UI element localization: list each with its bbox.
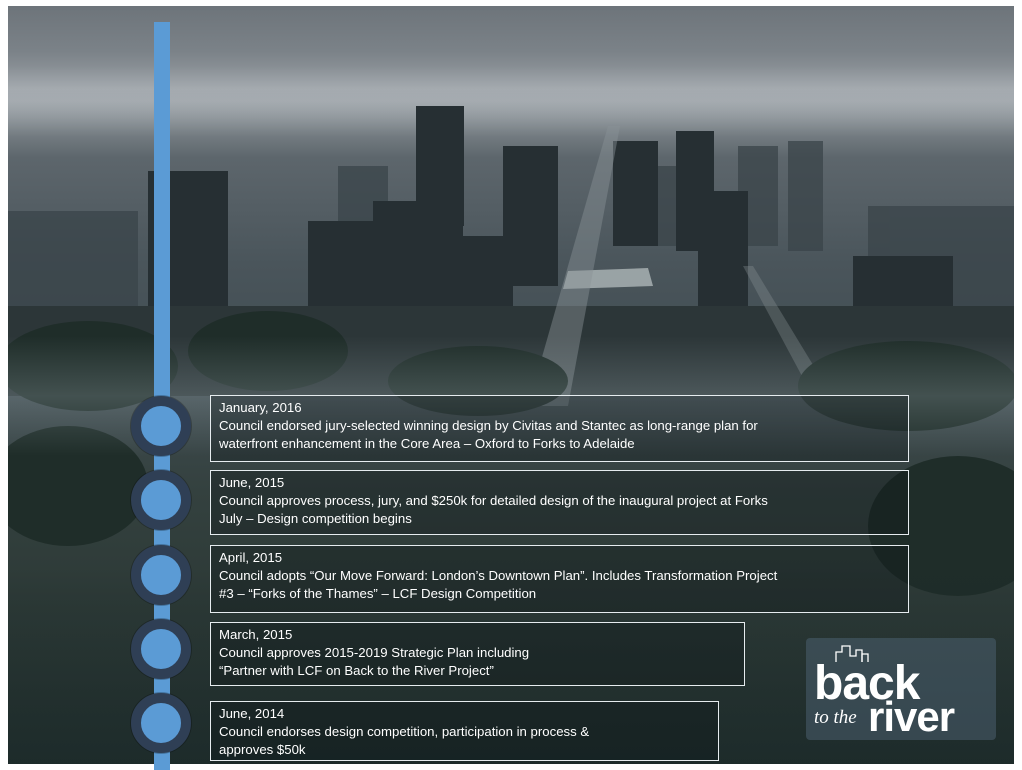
event-description: Council endorses design competition, par…	[219, 724, 590, 757]
event-date: June, 2015	[219, 475, 285, 490]
logo-word-river: river	[868, 693, 955, 740]
event-description: Council approves 2015-2019 Strategic Pla…	[219, 645, 530, 678]
timeline-event-jan-2016: January, 2016 Council endorsed jury-sele…	[210, 395, 909, 462]
event-date: June, 2014	[219, 706, 285, 721]
timeline-dot-1	[131, 396, 191, 456]
event-date: March, 2015	[219, 627, 293, 642]
event-description: Council endorsed jury-selected winning d…	[219, 418, 758, 451]
logo-word-to-the: to the	[814, 707, 857, 728]
timeline-dot-3	[131, 545, 191, 605]
back-to-the-river-logo: back to the river	[806, 638, 996, 740]
timeline-event-mar-2015: March, 2015 Council approves 2015-2019 S…	[210, 622, 745, 686]
timeline-dot-5	[131, 693, 191, 753]
event-date: January, 2016	[219, 400, 302, 415]
timeline-event-apr-2015: April, 2015 Council adopts “Our Move For…	[210, 545, 909, 613]
timeline-event-jun-2014: June, 2014 Council endorses design compe…	[210, 701, 719, 761]
timeline-event-jun-2015: June, 2015 Council approves process, jur…	[210, 470, 909, 535]
timeline-dot-2	[131, 470, 191, 530]
timeline-dot-4	[131, 619, 191, 679]
event-description: Council adopts “Our Move Forward: London…	[219, 568, 778, 601]
event-description: Council approves process, jury, and $250…	[219, 493, 768, 526]
event-date: April, 2015	[219, 550, 283, 565]
